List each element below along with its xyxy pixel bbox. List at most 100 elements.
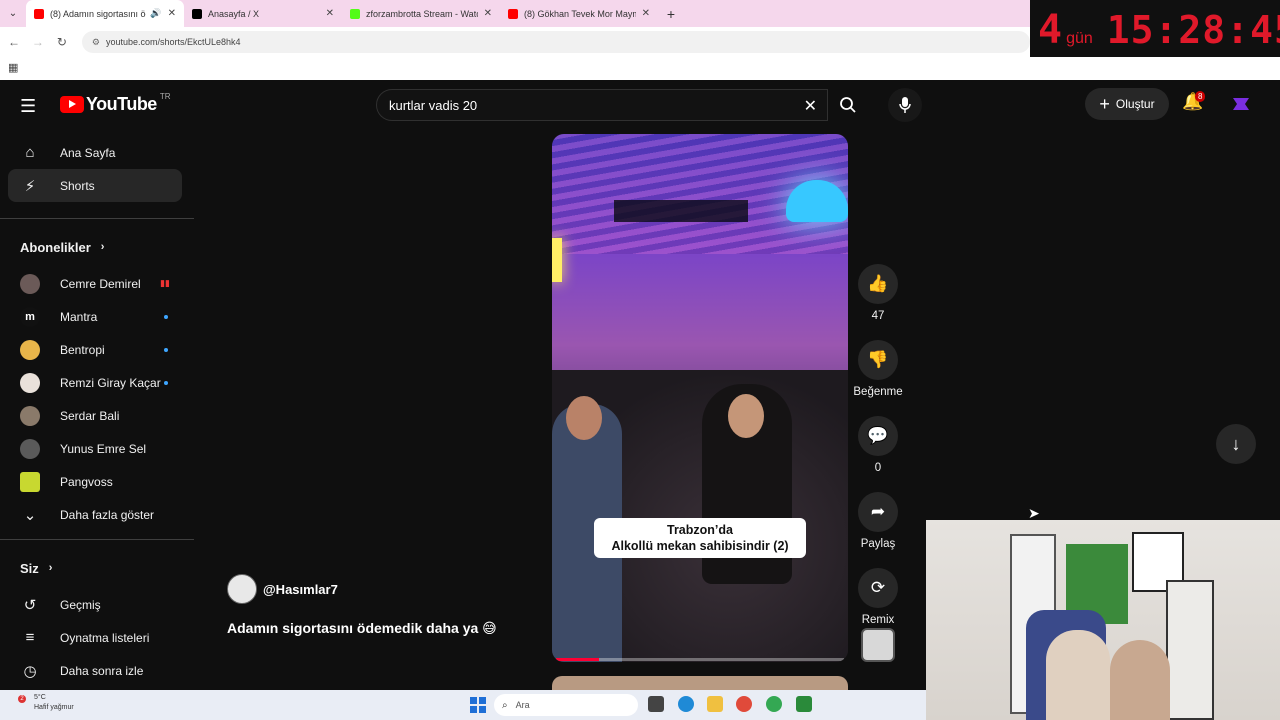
video-progress-bar[interactable] [556, 658, 844, 661]
live-indicator-icon: ▮▮ [160, 278, 170, 288]
browser-tab-2[interactable]: Anasayfa / X ✕ [184, 0, 342, 27]
sidebar: ⌂ Ana Sayfa ⚡ Shorts Abonelikler › Cemre… [0, 136, 194, 687]
country-code: TR [159, 92, 171, 101]
back-icon[interactable]: ← [2, 35, 26, 49]
speaker-icon[interactable]: 🔊 [150, 8, 161, 19]
close-tab-icon[interactable]: ✕ [484, 8, 492, 19]
youtube-favicon-icon [34, 8, 44, 19]
close-tab-icon[interactable]: ✕ [326, 8, 334, 19]
create-button[interactable]: + Oluştur [1085, 88, 1169, 120]
next-short-button[interactable]: ↓ [1216, 424, 1256, 464]
voice-search-button[interactable] [888, 88, 922, 122]
sidebar-item-history[interactable]: ↺ Geçmiş [8, 588, 182, 621]
like-count: 47 [871, 310, 885, 322]
channel-name: Mantra [60, 309, 98, 324]
app-icon[interactable] [796, 696, 812, 712]
you-heading[interactable]: Siz › [0, 548, 194, 588]
account-avatar[interactable] [1232, 96, 1250, 112]
remix-button[interactable]: ⟳ Remix [852, 568, 904, 626]
share-button[interactable]: ➦ Paylaş [852, 492, 904, 550]
remix-label: Remix [861, 614, 895, 626]
subscription-item[interactable]: m Mantra [8, 300, 182, 333]
clock-days-label: gün [1066, 30, 1093, 47]
file-explorer-icon[interactable] [707, 696, 723, 712]
close-tab-icon[interactable]: ✕ [168, 8, 176, 19]
subscription-item[interactable]: Remzi Giray Kaçar [8, 366, 182, 399]
webcam-rack [1166, 580, 1214, 720]
youtube-favicon-icon [508, 8, 518, 19]
playlist-icon: ≡ [25, 629, 35, 646]
chrome-icon[interactable] [736, 696, 752, 712]
browser-tab-1[interactable]: (8) Adamın sigortasını öder 🔊 ✕ [26, 0, 184, 27]
new-tab-button[interactable]: + [658, 6, 684, 22]
edge-icon[interactable] [678, 696, 694, 712]
tab-title: (8) Gökhan Tevek Mor Maymun [524, 8, 636, 19]
show-more-button[interactable]: ⌄ Daha fazla göster [8, 498, 182, 531]
chrome-profile-icon[interactable] [766, 696, 782, 712]
caption-line-1: Trabzon’da [667, 523, 733, 537]
site-info-icon[interactable]: ⚙ [92, 37, 100, 48]
like-button[interactable]: 👍 47 [852, 264, 904, 322]
video-frame-person-head [728, 394, 764, 438]
comments-button[interactable]: 💬 0 [852, 416, 904, 474]
subscription-item[interactable]: Bentropi [8, 333, 182, 366]
divider [0, 218, 194, 219]
browser-tab-4[interactable]: (8) Gökhan Tevek Mor Maymun ✕ [500, 0, 658, 27]
subscription-item[interactable]: Serdar Bali [8, 399, 182, 432]
sidebar-item-shorts[interactable]: ⚡ Shorts [8, 169, 182, 202]
clear-search-icon[interactable]: ✕ [804, 96, 817, 116]
video-progress-fill [556, 658, 600, 661]
menu-icon[interactable]: ☰ [20, 96, 36, 117]
close-tab-icon[interactable]: ✕ [642, 8, 650, 19]
windows-start-icon[interactable] [470, 697, 486, 713]
home-icon: ⌂ [25, 144, 35, 161]
url-text: youtube.com/shorts/EkctULe8hk4 [105, 37, 241, 47]
tab-list-button[interactable]: ⌄ [0, 0, 26, 27]
subscription-item[interactable]: Yunus Emre Sel [8, 432, 182, 465]
url-field[interactable]: ⚙ youtube.com/shorts/EkctULe8hk4 [81, 31, 1030, 53]
arrow-down-icon: ↓ [1231, 433, 1241, 454]
x-favicon-icon [192, 8, 202, 19]
share-label: Paylaş [860, 538, 896, 550]
notification-count-badge: 8 [1195, 91, 1206, 102]
channel-info[interactable]: @Hasımlar7 [227, 574, 338, 604]
sidebar-item-watch-later[interactable]: ◷ Daha sonra izle [8, 654, 182, 687]
apps-grid-icon[interactable]: ▦ [8, 61, 18, 74]
bookmarks-bar: ▦ [0, 57, 1280, 80]
short-video-player[interactable]: Trabzon’da Alkollü mekan sahibisindir (2… [552, 134, 848, 662]
create-label: Oluştur [1115, 97, 1155, 111]
subscriptions-heading[interactable]: Abonelikler › [0, 227, 194, 267]
browser-tab-3[interactable]: zforzambrotta Stream - Watch l ✕ [342, 0, 500, 27]
search-button[interactable] [828, 89, 868, 121]
taskbar: 2 5°C Hafif yağmur ⌕ Ara [0, 690, 926, 720]
microphone-icon [899, 97, 911, 113]
dislike-button[interactable]: 👎 Beğenme [852, 340, 904, 398]
search-icon [840, 97, 856, 113]
sidebar-item-label: Ana Sayfa [60, 145, 116, 160]
subscription-item[interactable]: Pangvoss [8, 465, 182, 498]
sound-source-thumbnail[interactable] [861, 628, 895, 662]
channel-handle[interactable]: @Hasımlar7 [263, 582, 338, 597]
subscription-item[interactable]: Cemre Demirel ▮▮ [8, 267, 182, 300]
search-input[interactable]: kurtlar vadis 20 ✕ [376, 89, 828, 121]
new-content-dot [164, 314, 168, 319]
sidebar-item-home[interactable]: ⌂ Ana Sayfa [8, 136, 182, 169]
task-view-icon[interactable] [648, 696, 664, 712]
reload-icon[interactable]: ↻ [50, 35, 74, 49]
youtube-logo[interactable]: YouTube TR [60, 92, 171, 115]
channel-name: Serdar Bali [60, 408, 120, 423]
clock-icon: ◷ [23, 662, 37, 680]
taskbar-search-input[interactable]: ⌕ Ara [494, 694, 638, 716]
tab-title: (8) Adamın sigortasını öder [50, 8, 146, 19]
forward-icon[interactable]: → [26, 35, 50, 49]
you-title: Siz [20, 560, 39, 576]
next-short-preview[interactable] [552, 676, 848, 690]
youtube-play-icon [60, 96, 84, 113]
weather-widget[interactable]: 2 5°C Hafif yağmur [18, 693, 74, 713]
channel-name: Yunus Emre Sel [60, 441, 147, 456]
chevron-right-icon: › [48, 562, 53, 574]
channel-name: Bentropi [60, 342, 105, 357]
webcam-overlay [926, 520, 1280, 720]
sidebar-item-playlists[interactable]: ≡ Oynatma listeleri [8, 621, 182, 654]
channel-avatar [20, 273, 40, 294]
